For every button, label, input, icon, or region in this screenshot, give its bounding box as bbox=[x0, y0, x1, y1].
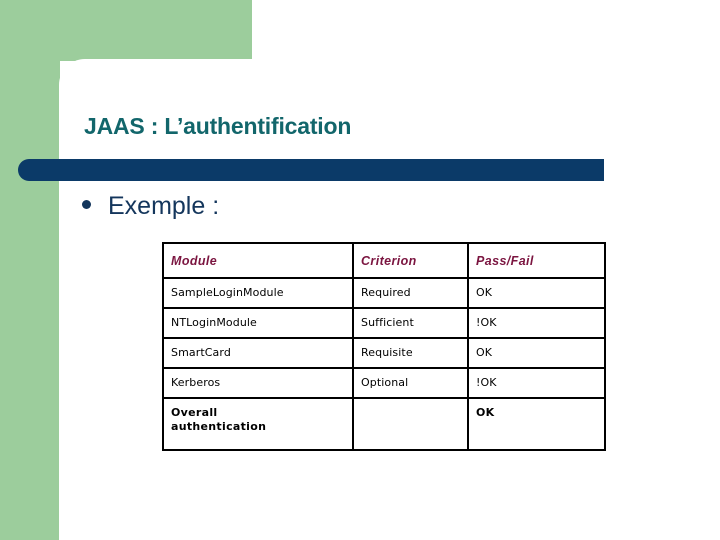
authentication-result-table: Module Criterion Pass/Fail SampleLoginMo… bbox=[162, 242, 606, 451]
table-row: SmartCard Requisite OK bbox=[162, 337, 606, 369]
cell-criterion: Required bbox=[352, 277, 469, 309]
table-header-row: Module Criterion Pass/Fail bbox=[162, 242, 606, 279]
page-title: JAAS : L’authentification bbox=[84, 113, 352, 139]
cell-passfail: OK bbox=[467, 277, 606, 309]
green-left-strip-decoration bbox=[0, 0, 60, 540]
column-header-module: Module bbox=[162, 242, 354, 279]
table-summary-row: Overall authentication OK bbox=[162, 397, 606, 451]
column-header-criterion: Criterion bbox=[352, 242, 469, 279]
cell-criterion: Requisite bbox=[352, 337, 469, 369]
column-header-passfail: Pass/Fail bbox=[467, 242, 606, 279]
cell-summary-passfail: OK bbox=[467, 397, 606, 451]
cell-module: SmartCard bbox=[162, 337, 354, 369]
cell-passfail: !OK bbox=[467, 307, 606, 339]
cell-module: NTLoginModule bbox=[162, 307, 354, 339]
table-body: SampleLoginModule Required OK NTLoginMod… bbox=[162, 277, 606, 451]
slide-canvas: JAAS : L’authentification Exemple : Modu… bbox=[0, 0, 720, 540]
cell-summary-criterion bbox=[352, 397, 469, 451]
bullet-point-icon bbox=[82, 200, 91, 209]
bullet-item-label: Exemple : bbox=[108, 192, 220, 220]
cell-passfail: OK bbox=[467, 337, 606, 369]
cell-passfail: !OK bbox=[467, 367, 606, 399]
cell-summary-label: Overall authentication bbox=[162, 397, 354, 451]
cell-module: Kerberos bbox=[162, 367, 354, 399]
table-row: Kerberos Optional !OK bbox=[162, 367, 606, 399]
cell-criterion: Optional bbox=[352, 367, 469, 399]
cell-module: SampleLoginModule bbox=[162, 277, 354, 309]
title-divider-bar bbox=[18, 159, 604, 181]
table-row: NTLoginModule Sufficient !OK bbox=[162, 307, 606, 339]
table-row: SampleLoginModule Required OK bbox=[162, 277, 606, 309]
summary-label-text: Overall authentication bbox=[171, 406, 267, 433]
cell-criterion: Sufficient bbox=[352, 307, 469, 339]
bullet-list-item: Exemple : bbox=[82, 191, 219, 221]
